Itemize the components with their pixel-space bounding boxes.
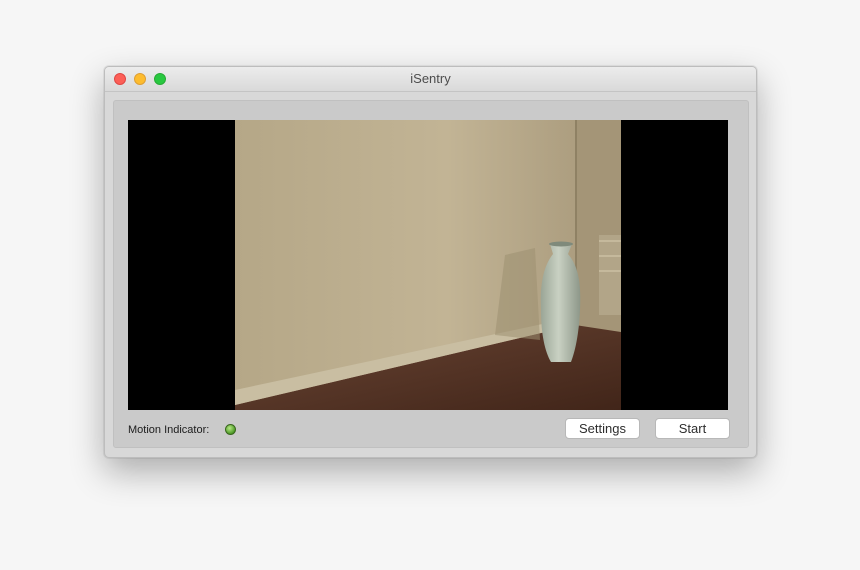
motion-indicator-label: Motion Indicator: bbox=[128, 424, 210, 436]
camera-frame bbox=[235, 120, 621, 410]
app-window: iSentry Motion Indicator: Settings Start bbox=[104, 66, 757, 458]
start-button[interactable]: Start bbox=[655, 418, 730, 439]
camera-image bbox=[235, 120, 621, 410]
settings-button[interactable]: Settings bbox=[565, 418, 640, 439]
motion-indicator-led bbox=[225, 424, 236, 435]
video-preview bbox=[128, 120, 728, 410]
title-bar[interactable]: iSentry bbox=[105, 67, 756, 92]
window-title: iSentry bbox=[410, 71, 451, 86]
